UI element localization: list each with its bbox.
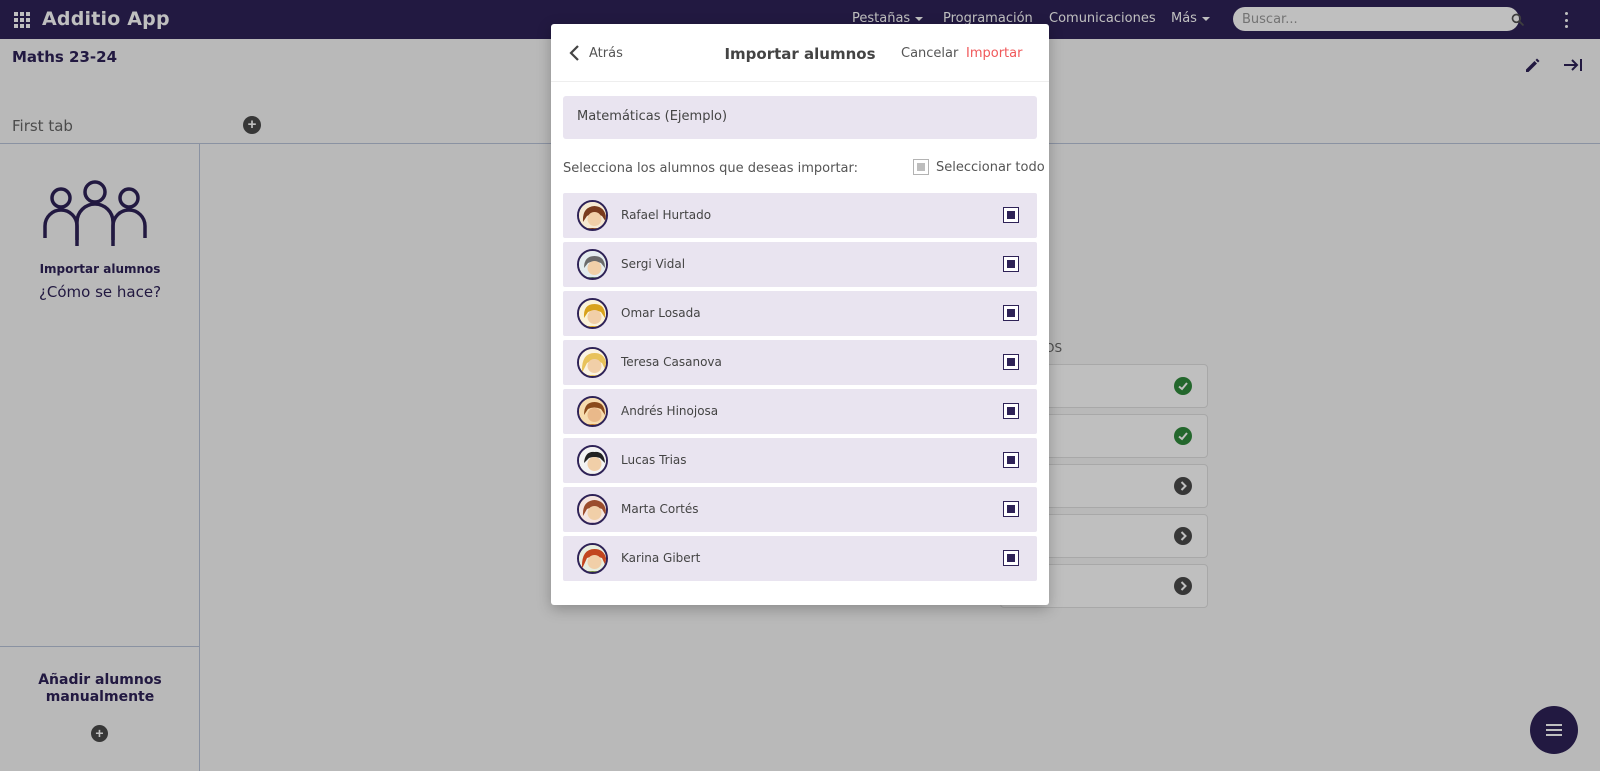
student-row[interactable]: Teresa Casanova xyxy=(563,340,1037,385)
select-all-label[interactable]: Seleccionar todo xyxy=(936,160,1045,175)
student-row[interactable]: Rafael Hurtado xyxy=(563,193,1037,238)
student-avatar xyxy=(577,543,608,574)
class-selector[interactable]: Matemáticas (Ejemplo) xyxy=(563,96,1037,139)
back-label: Atrás xyxy=(589,45,623,61)
student-checkbox[interactable] xyxy=(1003,207,1019,223)
student-checkbox[interactable] xyxy=(1003,256,1019,272)
student-row[interactable]: Omar Losada xyxy=(563,291,1037,336)
student-avatar xyxy=(577,396,608,427)
student-checkbox[interactable] xyxy=(1003,354,1019,370)
back-button[interactable]: Atrás xyxy=(568,44,623,62)
student-avatar xyxy=(577,494,608,525)
select-all-toggle[interactable]: Seleccionar todo xyxy=(913,159,1045,175)
student-row[interactable]: Marta Cortés xyxy=(563,487,1037,532)
cancel-button[interactable]: Cancelar xyxy=(901,46,958,61)
student-name: Marta Cortés xyxy=(621,502,699,516)
student-name: Lucas Trias xyxy=(621,453,687,467)
student-avatar xyxy=(577,200,608,231)
student-name: Sergi Vidal xyxy=(621,257,686,271)
modal-header: Atrás Importar alumnos Cancelar Importar xyxy=(551,24,1049,82)
import-students-modal: Atrás Importar alumnos Cancelar Importar… xyxy=(551,24,1049,605)
student-row[interactable]: Karina Gibert xyxy=(563,536,1037,581)
select-all-checkbox[interactable] xyxy=(913,159,929,175)
student-name: Karina Gibert xyxy=(621,551,701,565)
student-row[interactable]: Andrés Hinojosa xyxy=(563,389,1037,434)
student-name: Andrés Hinojosa xyxy=(621,404,719,418)
import-button[interactable]: Importar xyxy=(966,46,1022,61)
student-list: Rafael Hurtado Sergi Vidal Omar Losada T… xyxy=(563,193,1037,585)
student-avatar xyxy=(577,249,608,280)
student-name: Omar Losada xyxy=(621,306,701,320)
student-name: Rafael Hurtado xyxy=(621,208,712,222)
student-name: Teresa Casanova xyxy=(621,355,722,369)
chevron-left-icon xyxy=(569,45,579,61)
student-avatar xyxy=(577,445,608,476)
student-checkbox[interactable] xyxy=(1003,403,1019,419)
student-checkbox[interactable] xyxy=(1003,550,1019,566)
instruction-text: Selecciona los alumnos que deseas import… xyxy=(563,161,859,176)
student-avatar xyxy=(577,298,608,329)
student-row[interactable]: Sergi Vidal xyxy=(563,242,1037,287)
student-row[interactable]: Lucas Trias xyxy=(563,438,1037,483)
student-checkbox[interactable] xyxy=(1003,452,1019,468)
student-checkbox[interactable] xyxy=(1003,501,1019,517)
student-avatar xyxy=(577,347,608,378)
student-checkbox[interactable] xyxy=(1003,305,1019,321)
